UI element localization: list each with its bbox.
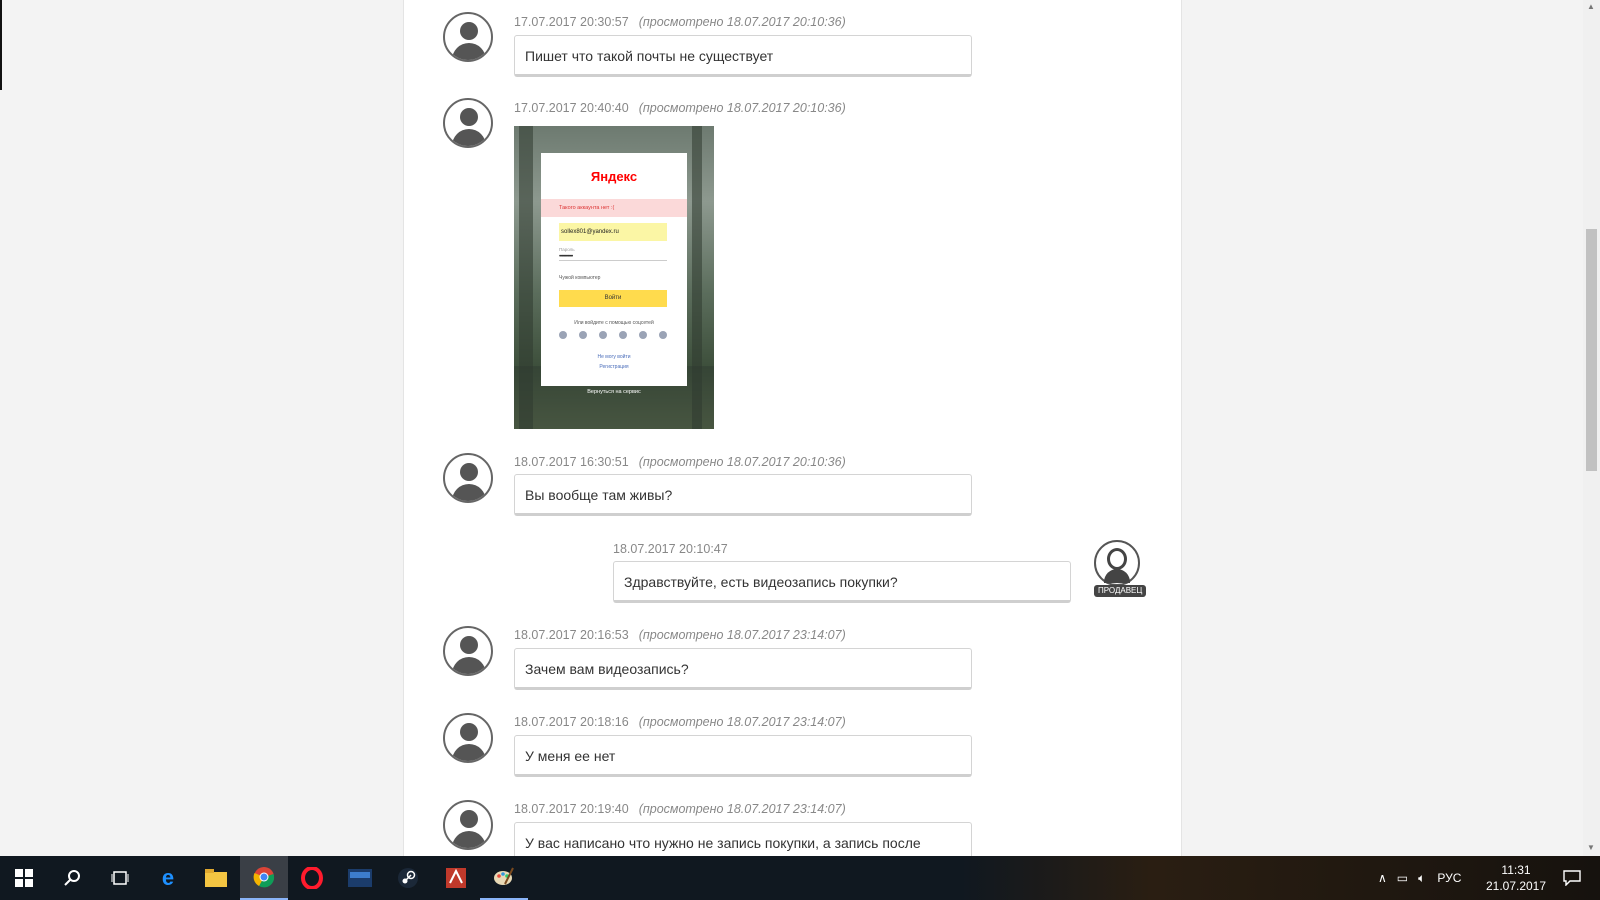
app-icon[interactable] [336,856,384,900]
scroll-up-icon[interactable]: ▲ [1587,2,1595,11]
language-indicator[interactable]: РУС [1437,871,1461,885]
viewed-status: (просмотрено 18.07.2017 23:14:07) [638,802,846,816]
password-field: •••••••••••• [559,254,667,261]
social-icon [619,331,627,339]
user-avatar [443,626,493,676]
message-time: 18.07.2017 20:18:16 [514,715,629,729]
cant-login-link: Не могу войти [597,354,631,360]
seller-avatar [1094,540,1140,586]
viewed-status: (просмотрено 18.07.2017 23:14:07) [638,715,846,729]
chat-page: 17.07.2017 20:30:57 (просмотрено 18.07.20… [403,0,1182,856]
yandex-login-card: Яндекс Такого аккаунта нет :( sollex801@… [541,153,687,386]
message-meta: 18.07.2017 16:30:51 (просмотрено 18.07.20… [514,455,846,469]
back-to-service: Вернуться на сервис [587,389,641,395]
user-avatar [443,713,493,763]
social-icon [559,331,567,339]
user-avatar [443,12,493,62]
attached-screenshot[interactable]: Яндекс Такого аккаунта нет :( sollex801@… [514,126,714,429]
message-meta: 18.07.2017 20:19:40 (просмотрено 18.07.20… [514,802,846,816]
message-time: 17.07.2017 20:40:40 [514,101,629,115]
message-meta: 17.07.2017 20:30:57 (просмотрено 18.07.20… [514,15,846,29]
message-bubble: У меня ее нет [514,735,972,777]
message-bubble: Зачем вам видеозапись? [514,648,972,690]
steam-icon[interactable] [384,856,432,900]
message-time: 18.07.2017 16:30:51 [514,455,629,469]
viewed-status: (просмотрено 18.07.2017 23:14:07) [638,628,846,642]
user-avatar [443,800,493,850]
message-time: 18.07.2017 20:19:40 [514,802,629,816]
yandex-logo: Яндекс [590,169,638,184]
message-time: 18.07.2017 20:16:53 [514,628,629,642]
edge-icon[interactable]: e [144,856,192,900]
viewed-status: (просмотрено 18.07.2017 20:10:36) [638,101,846,115]
register-link: Регистрация [599,364,629,370]
message-time: 18.07.2017 20:10:47 [613,542,728,556]
social-icon [659,331,667,339]
app-icon[interactable] [432,856,480,900]
volume-icon[interactable]: 🔈︎ [1418,871,1425,886]
login-field: sollex801@yandex.ru [559,223,667,241]
system-tray: ∧ ▭ 🔈︎ РУС [1378,856,1461,900]
file-explorer-icon[interactable] [192,856,240,900]
foreign-computer-checkbox: Чужой компьютер [559,275,601,281]
page-scrollbar[interactable]: ▲ ▼ [1583,0,1600,856]
scrollbar-thumb[interactable] [1586,229,1597,471]
social-icon [639,331,647,339]
login-error: Такого аккаунта нет :( [541,199,687,217]
message-meta: 18.07.2017 20:10:47 [613,542,728,556]
social-label: Или войдите с помощью соцсетей [574,320,654,326]
search-icon[interactable] [48,856,96,900]
message-meta: 17.07.2017 20:40:40 (просмотрено 18.07.20… [514,101,846,115]
windows-start-icon[interactable] [0,856,48,900]
network-icon[interactable]: ▭ [1397,871,1408,885]
social-icons [559,331,667,339]
login-button: Войти [559,290,667,307]
message-bubble: Здравствуйте, есть видеозапись покупки? [613,561,1071,603]
scroll-down-icon[interactable]: ▼ [1587,843,1595,852]
user-avatar [443,453,493,503]
user-avatar [443,98,493,148]
social-icon [599,331,607,339]
paint-icon[interactable] [480,856,528,900]
chevron-up-icon[interactable]: ∧ [1378,871,1387,885]
message-bubble: У вас написано что нужно не запись покуп… [514,822,972,856]
taskbar: e ∧ ▭ 🔈︎ РУС 11:31 21.07.2017 [0,856,1600,900]
chrome-icon[interactable] [240,856,288,900]
message-bubble: Пишет что такой почты не существует [514,35,972,77]
message-bubble: Вы вообще там живы? [514,474,972,516]
notifications-icon[interactable] [1548,856,1596,900]
message-meta: 18.07.2017 20:16:53 (просмотрено 18.07.20… [514,628,846,642]
message-meta: 18.07.2017 20:18:16 (просмотрено 18.07.20… [514,715,846,729]
task-view-icon[interactable] [96,856,144,900]
opera-icon[interactable] [288,856,336,900]
seller-badge: ПРОДАВЕЦ [1094,585,1147,597]
message-time: 17.07.2017 20:30:57 [514,15,629,29]
clock-time: 11:31 [1501,863,1531,877]
clock-date: 21.07.2017 [1485,879,1547,893]
password-label: Пароль [559,247,575,252]
viewed-status: (просмотрено 18.07.2017 20:10:36) [638,15,846,29]
taskbar-clock[interactable]: 11:31 21.07.2017 [1480,862,1552,894]
social-icon [579,331,587,339]
window-edge [0,0,2,90]
viewed-status: (просмотрено 18.07.2017 20:10:36) [638,455,846,469]
